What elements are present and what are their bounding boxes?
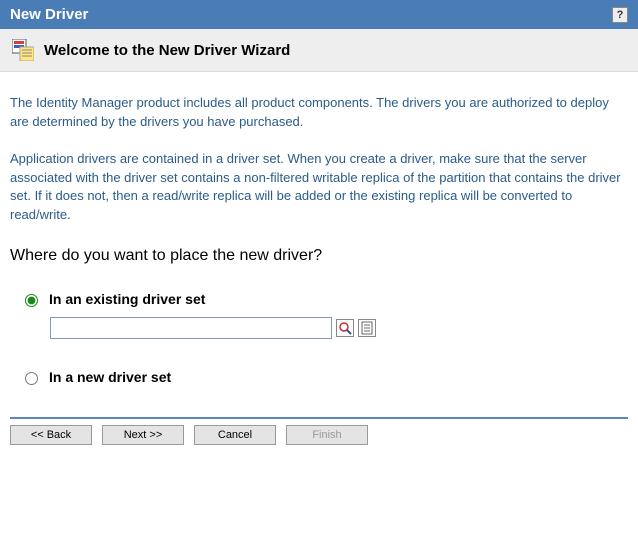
existing-driver-set-input-row [50,317,628,339]
browse-icon[interactable] [336,319,354,337]
title-bar: New Driver ? [0,0,638,29]
finish-button: Finish [286,425,368,445]
radio-new-driver-set[interactable] [25,372,38,385]
wizard-icon [12,39,34,61]
divider [10,417,628,419]
window-title: New Driver [10,6,88,23]
radio-new-label[interactable]: In a new driver set [49,369,171,385]
intro-paragraph-2: Application drivers are contained in a d… [10,150,628,225]
back-button[interactable]: << Back [10,425,92,445]
next-button[interactable]: Next >> [102,425,184,445]
wizard-title: Welcome to the New Driver Wizard [44,42,290,59]
radio-row-existing: In an existing driver set [20,291,628,307]
button-bar: << Back Next >> Cancel Finish [0,425,638,455]
history-icon[interactable] [358,319,376,337]
radio-existing-driver-set[interactable] [25,294,38,307]
placement-question: Where do you want to place the new drive… [10,247,628,265]
intro-text: The Identity Manager product includes al… [10,94,628,225]
wizard-subheader: Welcome to the New Driver Wizard [0,29,638,72]
placement-radio-group: In an existing driver set In [10,291,628,385]
wizard-content: The Identity Manager product includes al… [0,72,638,405]
radio-existing-label[interactable]: In an existing driver set [49,291,205,307]
cancel-button[interactable]: Cancel [194,425,276,445]
intro-paragraph-1: The Identity Manager product includes al… [10,94,628,132]
help-icon[interactable]: ? [612,7,628,23]
existing-driver-set-input[interactable] [50,317,332,339]
radio-row-new: In a new driver set [20,369,628,385]
